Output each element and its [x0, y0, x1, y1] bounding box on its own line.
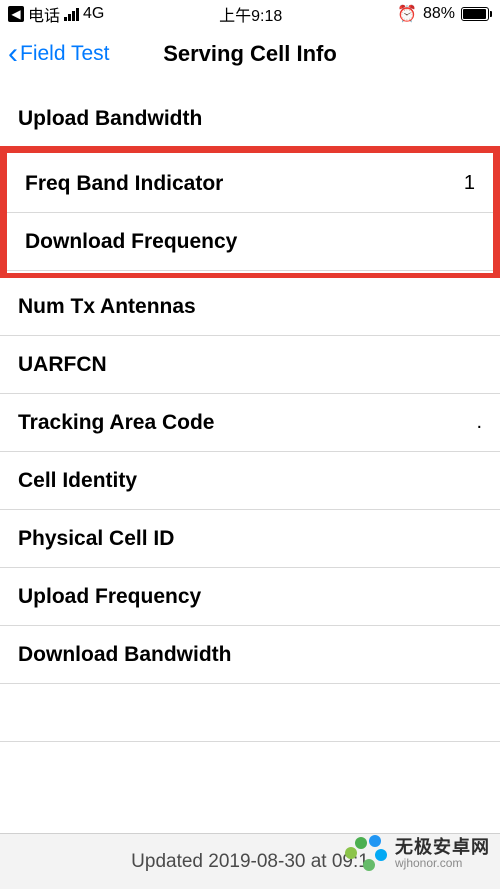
row-label: Freq Band Indicator	[25, 172, 223, 196]
nav-bar: ‹ Field Test Serving Cell Info	[0, 28, 500, 80]
row-download-bandwidth[interactable]: Download Bandwidth	[0, 626, 500, 684]
watermark: 无极安卓网 wjhonor.com	[345, 833, 490, 875]
row-freq-band-indicator[interactable]: Freq Band Indicator 1	[7, 155, 493, 213]
row-label: Download Bandwidth	[18, 643, 231, 667]
signal-icon	[64, 8, 79, 21]
row-value: 1	[464, 172, 475, 195]
status-bar: ◀ 电话 4G 上午9:18 ⏰ 88%	[0, 0, 500, 28]
row-label: Upload Frequency	[18, 585, 201, 609]
battery-icon	[461, 7, 492, 21]
status-left: ◀ 电话 4G	[8, 2, 104, 26]
nav-back-label: Field Test	[20, 42, 110, 66]
carrier-label: 电话	[28, 2, 60, 26]
row-label: Tracking Area Code	[18, 411, 214, 435]
watermark-name: 无极安卓网	[395, 838, 490, 858]
row-label: Upload Bandwidth	[18, 107, 202, 131]
network-label: 4G	[83, 5, 104, 23]
status-right: ⏰ 88%	[397, 4, 492, 24]
row-label: UARFCN	[18, 353, 107, 377]
watermark-url: wjhonor.com	[395, 857, 490, 870]
row-value: .	[476, 411, 482, 434]
row-physical-cell-id[interactable]: Physical Cell ID	[0, 510, 500, 568]
row-uarfcn[interactable]: UARFCN	[0, 336, 500, 394]
chevron-left-icon: ‹	[8, 39, 18, 69]
breadcrumb-back-icon[interactable]: ◀	[8, 6, 24, 22]
alarm-icon: ⏰	[397, 4, 417, 24]
info-list: Upload Bandwidth Freq Band Indicator 1 D…	[0, 90, 500, 742]
row-tracking-area-code[interactable]: Tracking Area Code .	[0, 394, 500, 452]
row-upload-frequency[interactable]: Upload Frequency	[0, 568, 500, 626]
row-label: Physical Cell ID	[18, 527, 174, 551]
nav-back-button[interactable]: ‹ Field Test	[8, 39, 110, 69]
row-empty	[0, 684, 500, 742]
row-label: Num Tx Antennas	[18, 295, 196, 319]
row-upload-bandwidth[interactable]: Upload Bandwidth	[0, 90, 500, 148]
updated-label: Updated 2019-08-30 at 09:1	[131, 851, 369, 873]
row-label: Download Frequency	[25, 230, 237, 254]
row-download-frequency[interactable]: Download Frequency	[7, 213, 493, 271]
row-num-tx-antennas[interactable]: Num Tx Antennas	[0, 278, 500, 336]
battery-pct: 88%	[423, 5, 455, 23]
watermark-text: 无极安卓网 wjhonor.com	[395, 838, 490, 871]
clock-label: 上午9:18	[219, 2, 282, 26]
row-label: Cell Identity	[18, 469, 137, 493]
row-cell-identity[interactable]: Cell Identity	[0, 452, 500, 510]
highlight-annotation: Freq Band Indicator 1 Download Frequency	[0, 146, 500, 280]
watermark-logo-icon	[345, 833, 387, 875]
